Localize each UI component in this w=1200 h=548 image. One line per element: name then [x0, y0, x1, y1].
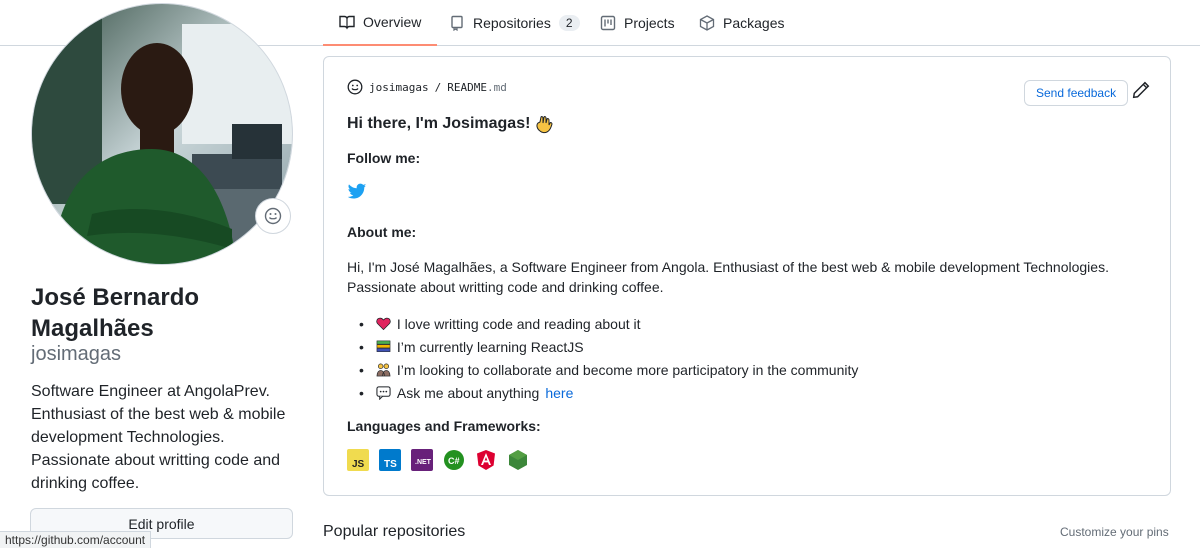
breadcrumb-user-link[interactable]: josimagas: [369, 81, 429, 94]
books-icon: [376, 340, 391, 352]
javascript-icon[interactable]: JS: [347, 449, 369, 471]
readme-card: josimagas / README.md Send feedback Hi t…: [323, 56, 1171, 496]
bullet-text: I’m looking to collaborate and become mo…: [396, 361, 859, 378]
nodejs-icon[interactable]: [507, 449, 529, 471]
repo-icon: [451, 15, 463, 31]
package-icon: [699, 15, 715, 31]
tab-projects[interactable]: Projects: [584, 0, 691, 46]
svg-text:C#: C#: [448, 456, 460, 466]
svg-text:.NET: .NET: [415, 459, 432, 466]
readme-bullet-list: I love writting code and reading about i…: [359, 312, 858, 404]
languages-heading: Languages and Frameworks:: [347, 418, 541, 434]
angular-icon[interactable]: [475, 449, 497, 471]
svg-text:TS: TS: [384, 459, 397, 470]
bullet-text: I’m currently learning ReactJS: [396, 338, 584, 355]
dotnet-icon[interactable]: .NET: [411, 449, 433, 471]
twitter-icon[interactable]: [347, 183, 367, 201]
list-item: I love writting code and reading about i…: [359, 312, 858, 335]
customize-pins-link[interactable]: Customize your pins: [1060, 525, 1169, 539]
breadcrumb-file[interactable]: README.md: [447, 81, 507, 94]
tab-packages-label: Packages: [723, 15, 785, 31]
ask-me-link[interactable]: here: [545, 385, 573, 401]
tab-overview-label: Overview: [363, 14, 422, 30]
breadcrumb-file-name: README: [447, 80, 487, 94]
profile-full-name: José Bernardo Magalhães: [31, 284, 200, 342]
tab-packages[interactable]: Packages: [683, 0, 800, 46]
tab-repositories-label: Repositories: [473, 15, 551, 31]
waving-hand-icon: [536, 116, 553, 134]
speech-bubble-icon: [376, 386, 391, 400]
list-item: I’m currently learning ReactJS: [359, 335, 858, 358]
profile-bio: Software Engineer at AngolaPrev. Enthusi…: [31, 383, 286, 492]
languages-icon-row: JS TS .NET C#: [347, 449, 529, 471]
list-item: Ask me about anything here: [359, 381, 858, 404]
avatar[interactable]: [31, 3, 293, 265]
profile-username: josimagas: [31, 343, 122, 365]
heart-icon: [376, 317, 391, 331]
about-me-text: Hi, I'm José Magalhães, a Software Engin…: [347, 259, 1109, 295]
readme-breadcrumb: josimagas / README.md: [347, 79, 507, 95]
tab-repositories[interactable]: Repositories 2: [433, 0, 596, 46]
list-item: I’m looking to collaborate and become mo…: [359, 358, 858, 381]
avatar-photo: [32, 4, 292, 264]
book-icon: [339, 15, 355, 30]
csharp-icon[interactable]: C#: [443, 449, 465, 471]
browser-status-url: https://github.com/account: [0, 531, 152, 548]
send-feedback-button[interactable]: Send feedback: [1024, 80, 1129, 106]
set-status-button[interactable]: [255, 198, 291, 234]
about-me-heading: About me:: [347, 224, 417, 240]
readme-greeting-text: Hi there, I'm Josimagas!: [347, 115, 531, 132]
breadcrumb-separator: /: [434, 80, 442, 94]
project-board-icon: [600, 15, 616, 31]
popular-repositories-heading: Popular repositories: [323, 523, 466, 540]
repositories-count-badge: 2: [558, 15, 580, 31]
svg-text:JS: JS: [352, 459, 365, 470]
pencil-icon[interactable]: [1132, 81, 1150, 99]
breadcrumb-file-ext: .md: [486, 80, 507, 94]
typescript-icon[interactable]: TS: [379, 449, 401, 471]
smiley-icon: [264, 207, 282, 225]
bullet-text: I love writting code and reading about i…: [396, 315, 641, 332]
tab-projects-label: Projects: [624, 15, 675, 31]
bullet-text: Ask me about anything: [396, 384, 540, 401]
tab-overview[interactable]: Overview: [323, 0, 438, 46]
people-icon: [376, 363, 391, 377]
readme-greeting-heading: Hi there, I'm Josimagas!: [347, 114, 554, 134]
smiley-icon: [347, 79, 363, 95]
follow-me-heading: Follow me:: [347, 150, 421, 166]
